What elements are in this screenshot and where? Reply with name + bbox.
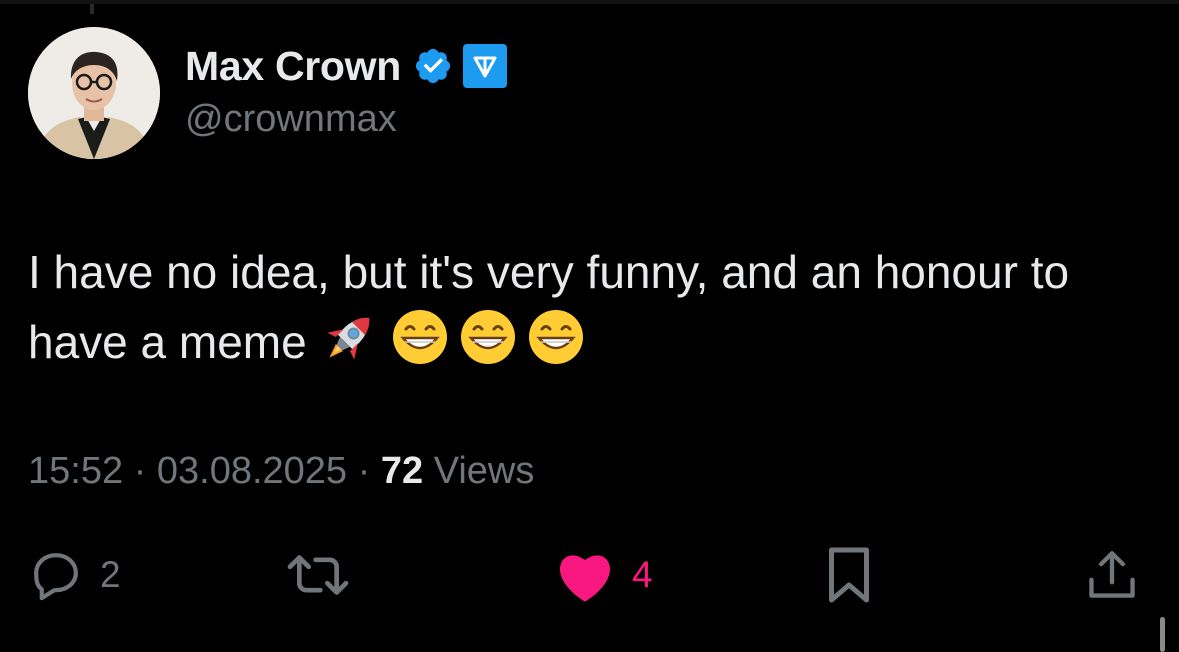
heart-icon (560, 555, 610, 602)
emoji-group (319, 306, 595, 368)
scroll-indicator[interactable] (1160, 617, 1165, 652)
grinning-face-emoji-icon (528, 310, 583, 364)
top-divider (0, 0, 1179, 4)
tweet-time[interactable]: 15:52 (28, 450, 123, 492)
reply-icon (34, 553, 78, 601)
avatar[interactable] (28, 27, 160, 159)
tweet-meta: 15:52 · 03.08.2025 · 72 Views (28, 450, 534, 493)
reply-button[interactable]: 2 (28, 545, 121, 605)
share-icon (1089, 551, 1135, 598)
reply-count: 2 (100, 554, 121, 595)
like-button[interactable]: 4 (554, 545, 653, 605)
author-handle[interactable]: @crownmax (185, 98, 397, 141)
bookmark-button[interactable] (824, 545, 874, 605)
share-button[interactable] (1083, 545, 1141, 605)
retweet-button[interactable] (285, 545, 367, 605)
grinning-face-emoji-icon (392, 310, 447, 364)
views-count: 72 (380, 450, 424, 492)
retweet-icon (287, 555, 349, 595)
bookmark-icon (829, 547, 869, 603)
grinning-face-emoji-icon (460, 310, 515, 364)
thread-line (90, 4, 94, 14)
tweet-date[interactable]: 03.08.2025 (157, 450, 347, 492)
verified-badge-icon[interactable] (413, 46, 453, 86)
meta-separator: · (357, 450, 371, 492)
ton-logo-icon[interactable] (463, 44, 507, 88)
author-name-row: Max Crown (185, 40, 507, 92)
meta-separator: · (133, 450, 147, 492)
rocket-emoji-icon (327, 317, 369, 360)
like-count: 4 (632, 554, 653, 595)
author-display-name[interactable]: Max Crown (185, 43, 401, 90)
views-label: Views (433, 450, 535, 492)
tweet-body: I have no idea, but it's very funny, and… (28, 238, 1148, 376)
